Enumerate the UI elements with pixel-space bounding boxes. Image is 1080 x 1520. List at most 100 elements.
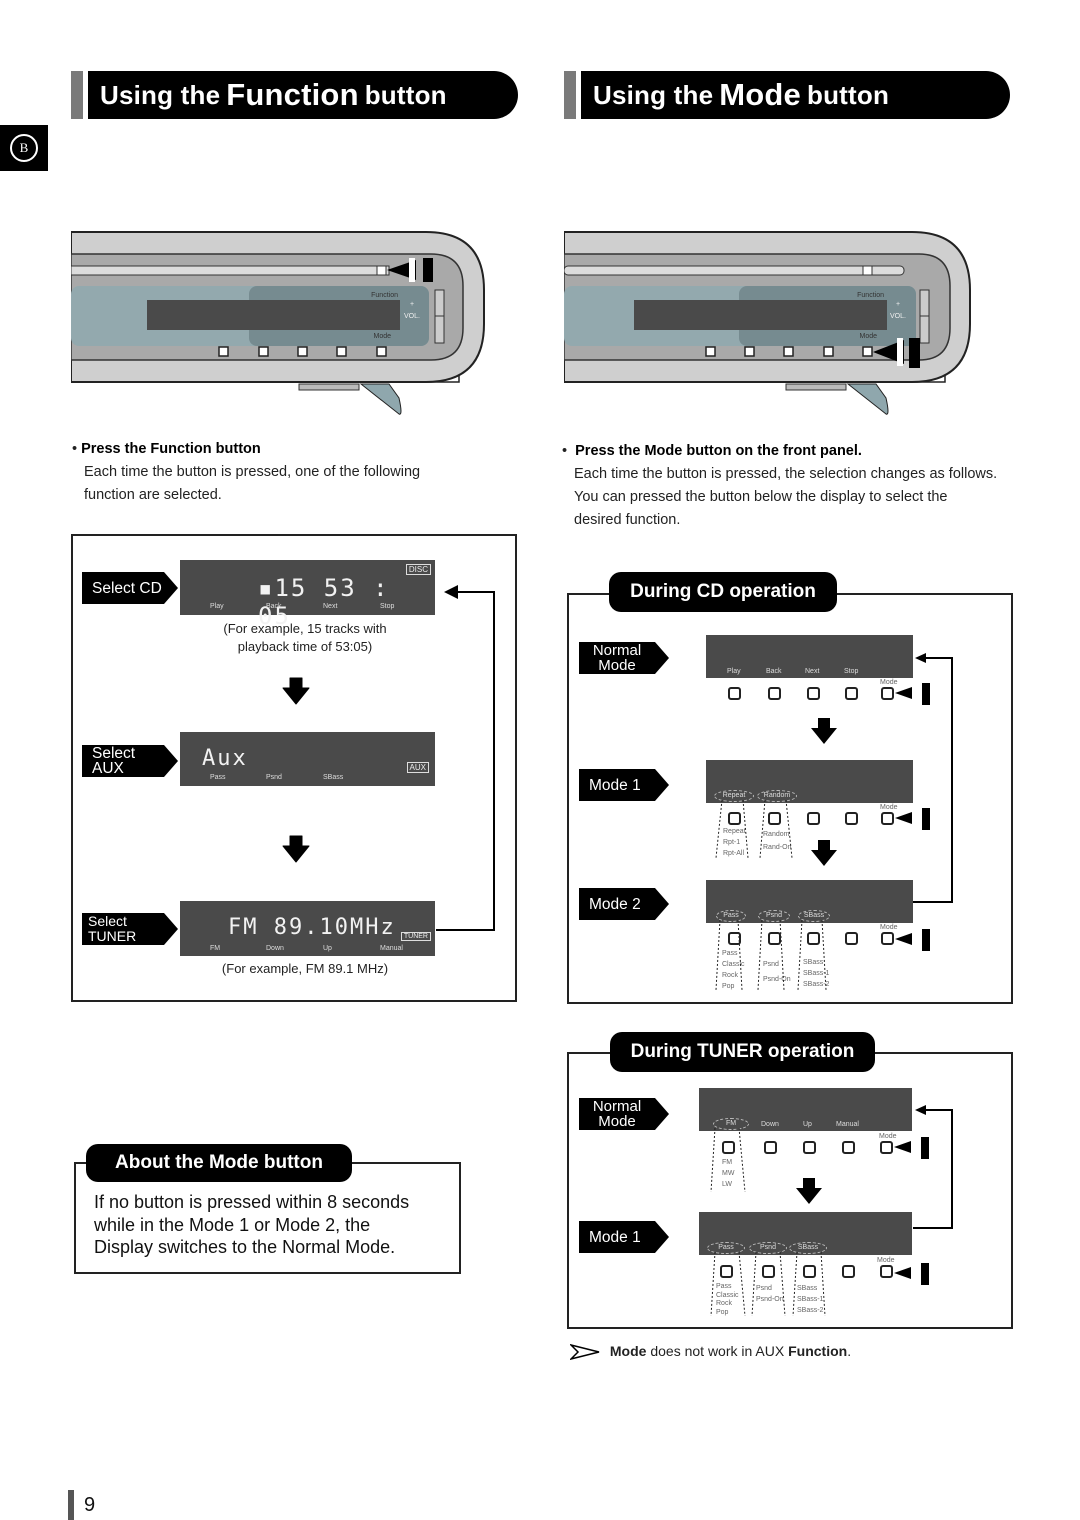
cd-mode1-display: Repeat Random: [706, 760, 913, 803]
soft-label: Manual: [836, 1121, 859, 1128]
svg-text:+: +: [410, 301, 414, 308]
option-guide-lines: [715, 800, 793, 859]
down-arrow-icon: [796, 1178, 822, 1204]
tuner-display: FM 89.10MHz TUNER FM Down Up Manual: [180, 901, 435, 956]
tuner-normal-display: FM Down Up Manual: [699, 1088, 912, 1131]
tuner-caption: (For example, FM 89.1 MHz): [221, 961, 389, 976]
soft-label: Play: [210, 603, 224, 610]
soft-button[interactable]: [845, 687, 858, 700]
mode-label: Mode: [877, 1257, 895, 1264]
select-tuner-tag: Select TUNER: [82, 913, 178, 945]
cd-display: ▪15 53 : 05 DISC Play Back Next Stop: [180, 560, 435, 630]
down-arrow-icon: [282, 835, 310, 863]
section-tab-b: B: [0, 125, 48, 171]
soft-label: Next: [323, 603, 338, 610]
header-post: button: [364, 79, 447, 110]
function-section-header: Using the Function button: [71, 71, 518, 119]
mode-label: Mode: [859, 333, 877, 340]
soft-button[interactable]: [842, 1265, 855, 1278]
cycle-back-arrow: [913, 653, 953, 903]
device-illustration-mode: Function Mode + VOL.: [564, 231, 971, 415]
mode-button[interactable]: [881, 812, 894, 825]
about-mode-text: If no button is pressed within 8 seconds…: [94, 1192, 410, 1257]
instruction-lead: Press the Mode button on the front panel…: [575, 443, 862, 459]
select-cd-tag: Select CD: [82, 572, 178, 604]
svg-text:+: +: [896, 301, 900, 308]
down-arrow-icon: [811, 840, 837, 866]
down-arrow-icon: [811, 718, 837, 744]
display-readout: FM 89.10MHz: [228, 915, 396, 940]
cd-operation-title: During CD operation: [609, 572, 837, 612]
header-big: Function: [226, 77, 359, 112]
normal-mode-tag: Normal Mode: [579, 1098, 669, 1130]
aux-display: Aux AUX Pass Psnd SBass: [180, 732, 435, 786]
soft-button[interactable]: [807, 687, 820, 700]
instruction-line: desired function.: [574, 512, 681, 528]
soft-button[interactable]: [842, 1141, 855, 1154]
mode-1-tag: Mode 1: [579, 769, 669, 801]
normal-mode-tag: Normal Mode: [579, 642, 669, 674]
mode-label: Mode: [373, 333, 391, 340]
function-instruction: • Press the Function button Each time th…: [72, 438, 532, 507]
mode-button[interactable]: [881, 687, 894, 700]
mode-button[interactable]: [881, 932, 894, 945]
soft-label: FM: [210, 945, 221, 952]
mode-section-header: Using the Mode button: [564, 71, 1010, 119]
soft-label: Back: [766, 668, 782, 675]
tuner-mode1-display: Pass Psnd SBass: [699, 1212, 912, 1255]
soft-label: Back: [266, 603, 282, 610]
instruction-line: You can pressed the button below the dis…: [574, 489, 948, 505]
soft-label: Psnd: [266, 774, 282, 781]
function-label: Function: [857, 292, 884, 299]
section-letter: B: [10, 134, 38, 162]
soft-label: Up: [803, 1121, 812, 1128]
soft-button[interactable]: [764, 1141, 777, 1154]
function-button-icon: [376, 265, 387, 276]
page-number: 9: [68, 1490, 95, 1520]
select-aux-tag: Select AUX: [82, 745, 178, 777]
down-arrow-icon: [282, 677, 310, 705]
soft-button[interactable]: [803, 1141, 816, 1154]
header-post: button: [807, 79, 890, 110]
soft-label: Up: [323, 945, 332, 952]
aux-badge: AUX: [406, 762, 429, 773]
cd-mode2-display: Pass Psnd SBass: [706, 880, 913, 923]
disc-badge: DISC: [405, 564, 431, 575]
instruction-line: Each time the button is pressed, one of …: [84, 464, 421, 480]
tuner-operation-title: During TUNER operation: [610, 1032, 875, 1072]
instruction-line: Each time the button is pressed, the sel…: [574, 466, 998, 482]
function-label: Function: [371, 292, 398, 299]
note-arrow-icon: [568, 1343, 600, 1361]
soft-button[interactable]: [768, 687, 781, 700]
mode-button-icon: [862, 346, 873, 357]
tuner-badge: TUNER: [400, 932, 431, 941]
soft-button[interactable]: [845, 932, 858, 945]
soft-label: Down: [266, 945, 284, 952]
option-guide-lines: [710, 1252, 826, 1317]
press-pointer-icon: [894, 1263, 929, 1285]
aux-note: Mode does not work in AUX Function.: [568, 1343, 851, 1361]
instruction-lead: Press the Function button: [81, 441, 261, 457]
cycle-back-arrow: [436, 585, 495, 931]
soft-label: SBass: [323, 774, 344, 781]
vol-label: VOL.: [404, 313, 420, 320]
press-pointer-icon: [895, 929, 930, 951]
soft-label: Stop: [380, 603, 395, 610]
header-pre: Using the: [593, 79, 714, 110]
cycle-back-arrow: [913, 1105, 953, 1229]
soft-button[interactable]: [845, 812, 858, 825]
soft-label: Stop: [844, 668, 859, 675]
device-illustration-function: Function Mode + VOL.: [71, 231, 485, 415]
option-guide-lines: [710, 1128, 746, 1193]
about-mode-title: About the Mode button: [86, 1144, 352, 1182]
header-big: Mode: [719, 77, 801, 112]
cd-caption: (For example, 15 tracks with playback ti…: [223, 621, 387, 654]
soft-button[interactable]: [728, 687, 741, 700]
mode-button[interactable]: [880, 1265, 893, 1278]
soft-label: Play: [727, 668, 741, 675]
mode-button[interactable]: [880, 1141, 893, 1154]
mode-1-tag: Mode 1: [579, 1221, 669, 1253]
soft-label: Pass: [210, 774, 226, 781]
instruction-line: function are selected.: [84, 487, 222, 503]
mode-2-tag: Mode 2: [579, 888, 669, 920]
